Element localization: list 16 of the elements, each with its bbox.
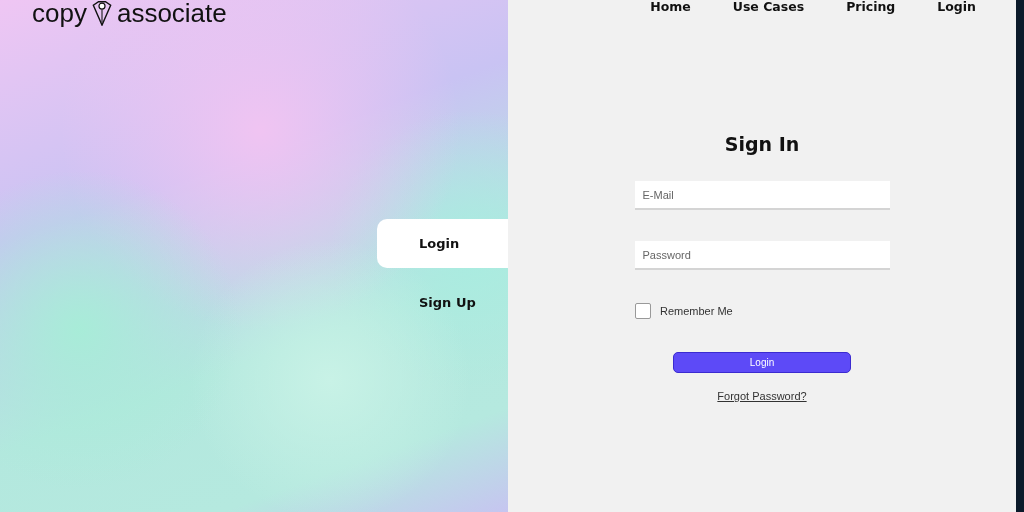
pen-nib-icon	[90, 0, 113, 26]
logo-text: copy	[32, 0, 87, 26]
nav-link[interactable]: Use Cases	[732, 0, 805, 15]
checkbox[interactable]	[635, 303, 651, 319]
login-button[interactable]: Login	[673, 352, 851, 373]
nav-link[interactable]: Login	[937, 0, 976, 15]
forgot-password-link[interactable]: Forgot Password?	[717, 390, 807, 402]
auth-tab[interactable]: Login	[377, 219, 508, 268]
logo-text: associate	[116, 0, 227, 26]
email-field[interactable]: E-Mail	[634, 181, 890, 210]
auth-tab[interactable]: Sign Up	[377, 278, 508, 327]
nav-link[interactable]: Pricing	[846, 0, 896, 15]
password-field[interactable]: Password	[634, 241, 890, 270]
checkbox-label: Remember Me	[660, 305, 733, 317]
form-title: Sign In	[724, 133, 800, 155]
nav-link[interactable]: Home	[650, 0, 691, 15]
